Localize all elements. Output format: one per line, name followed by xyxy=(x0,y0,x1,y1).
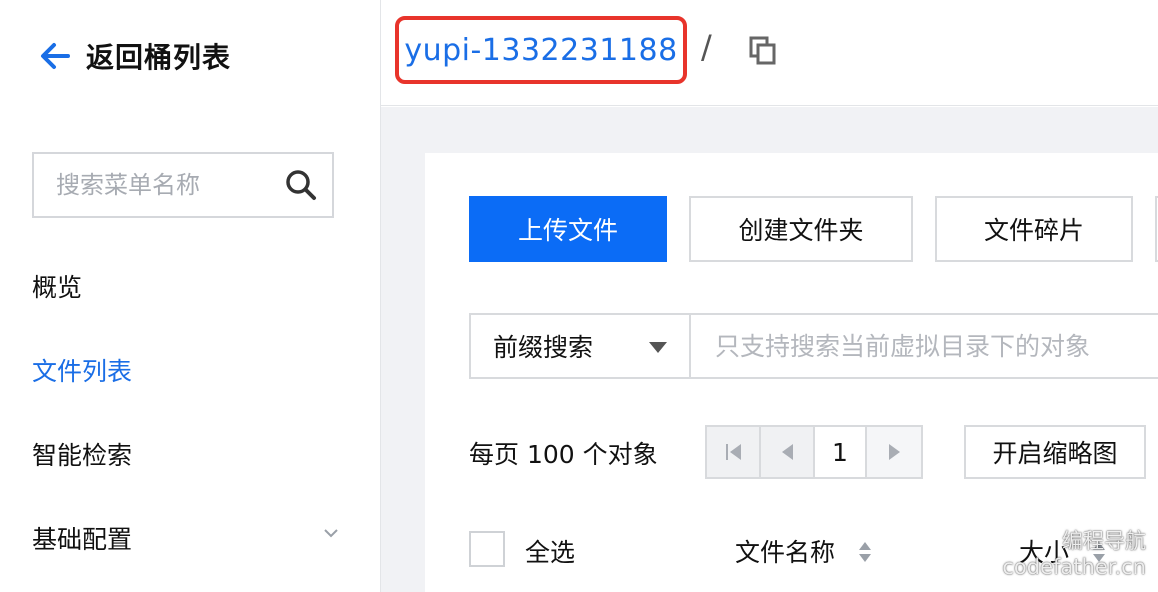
object-search-bar: 前缀搜索 xyxy=(469,313,1158,379)
sidebar-item-overview[interactable]: 概览 xyxy=(32,268,82,304)
current-page-number[interactable]: 1 xyxy=(815,427,867,477)
select-all-checkbox[interactable] xyxy=(469,531,505,567)
search-mode-select[interactable]: 前缀搜索 xyxy=(471,315,691,377)
first-page-icon xyxy=(725,444,741,460)
prev-page-icon xyxy=(781,444,793,460)
watermark-line2: codefather.cn xyxy=(1002,555,1146,579)
bucket-name-link[interactable]: yupi-1332231188 xyxy=(404,33,677,68)
sort-icon[interactable] xyxy=(857,541,873,563)
column-header-name[interactable]: 文件名称 xyxy=(735,533,835,569)
search-mode-label: 前缀搜索 xyxy=(493,333,594,362)
caret-down-icon xyxy=(649,342,667,353)
watermark: 编程导航 codefather.cn xyxy=(1002,528,1146,580)
arrow-left-icon xyxy=(41,43,70,69)
chevron-down-icon[interactable] xyxy=(322,524,340,542)
back-label: 返回桶列表 xyxy=(86,41,232,74)
select-all-label: 全选 xyxy=(525,538,576,567)
content-area: 上传文件 创建文件夹 文件碎片 前缀搜索 每页 100 个对象 1 开启缩略图 xyxy=(381,107,1158,592)
next-page-button[interactable] xyxy=(867,427,921,477)
breadcrumb-separator: / xyxy=(701,28,712,66)
prev-page-button[interactable] xyxy=(761,427,815,477)
menu-search-input[interactable] xyxy=(56,171,284,199)
search-icon[interactable] xyxy=(284,168,318,202)
copy-icon[interactable] xyxy=(749,36,777,66)
bucket-name-highlight: yupi-1332231188 xyxy=(395,16,687,84)
upload-file-button[interactable]: 上传文件 xyxy=(469,196,667,262)
page-header: yupi-1332231188 / xyxy=(381,0,1158,106)
pagination: 1 xyxy=(705,425,923,479)
per-page-text: 每页 100 个对象 xyxy=(469,440,658,469)
sidebar: 返回桶列表 概览 文件列表 智能检索 基础配置 xyxy=(0,0,381,592)
back-to-bucket-list-button[interactable]: 返回桶列表 xyxy=(38,34,231,78)
menu-search-box xyxy=(32,152,334,218)
object-search-input[interactable] xyxy=(691,315,1158,377)
watermark-line1: 编程导航 xyxy=(1062,529,1146,553)
first-page-button[interactable] xyxy=(707,427,761,477)
sidebar-item-basic-config[interactable]: 基础配置 xyxy=(32,520,132,556)
sidebar-item-smart-search[interactable]: 智能检索 xyxy=(32,436,132,472)
next-page-icon xyxy=(888,444,900,460)
sidebar-item-file-list[interactable]: 文件列表 xyxy=(32,352,132,388)
file-list-panel: 上传文件 创建文件夹 文件碎片 前缀搜索 每页 100 个对象 1 开启缩略图 xyxy=(425,153,1158,592)
enable-thumbnail-button[interactable]: 开启缩略图 xyxy=(964,425,1146,479)
create-folder-button[interactable]: 创建文件夹 xyxy=(689,196,913,262)
file-fragments-button[interactable]: 文件碎片 xyxy=(935,196,1133,262)
